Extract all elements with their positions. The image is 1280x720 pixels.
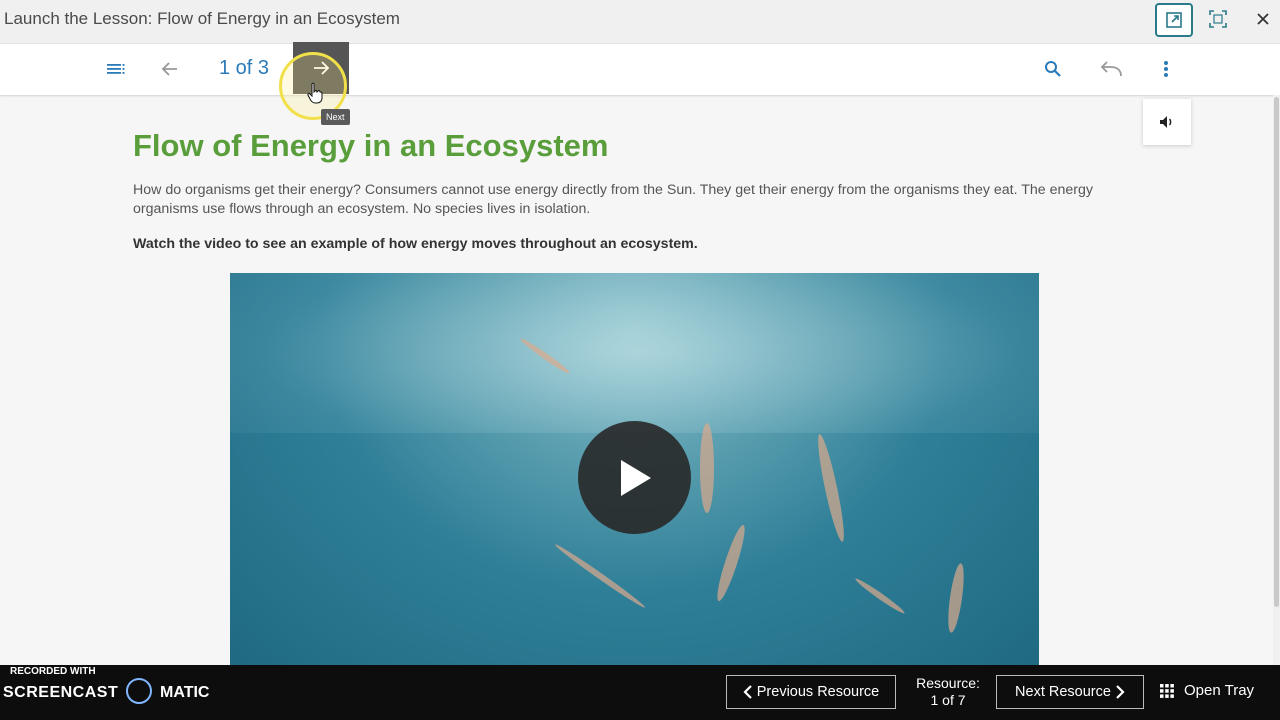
resource-label: Resource:: [916, 675, 980, 691]
intro-paragraph: How do organisms get their energy? Consu…: [133, 182, 1093, 217]
search-icon: [1045, 61, 1061, 77]
video-shrimp: [553, 541, 647, 611]
open-tray-button[interactable]: Open Tray: [1160, 682, 1254, 699]
reply-arrow-icon: [1100, 61, 1122, 77]
scrollbar-thumb[interactable]: [1274, 97, 1279, 607]
open-tray-label: Open Tray: [1184, 682, 1255, 699]
more-options-button[interactable]: [1154, 54, 1178, 84]
recorder-logo-icon: [126, 678, 152, 704]
recorder-label: RECORDED WITH: [10, 666, 96, 677]
page-indicator: 1 of 3: [219, 57, 270, 79]
video-shrimp: [712, 523, 750, 603]
arrow-left-icon: [161, 62, 177, 76]
video-shrimp: [700, 423, 714, 513]
recorder-brand-right: MATIC: [160, 684, 210, 701]
page-title: Flow of Energy in an Ecosystem: [133, 128, 609, 163]
video-shrimp: [945, 562, 967, 634]
popout-button[interactable]: [1155, 3, 1193, 37]
kebab-menu-icon: [1164, 61, 1168, 77]
resource-counter: Resource: 1 of 7: [906, 675, 990, 709]
chevron-right-icon: [1116, 685, 1125, 699]
scrollbar[interactable]: [1273, 95, 1280, 665]
chevron-left-icon: [743, 685, 752, 699]
bottom-bar: RECORDED WITH SCREENCAST MATIC Previous …: [0, 665, 1280, 720]
fullscreen-icon: [1209, 10, 1227, 28]
window-title: Launch the Lesson: Flow of Energy in an …: [4, 9, 400, 28]
resource-count: 1 of 7: [930, 692, 966, 708]
lesson-toolbar: 1 of 3: [0, 42, 1280, 96]
search-button[interactable]: [1038, 54, 1068, 84]
video-player[interactable]: [230, 273, 1039, 665]
play-icon: [620, 459, 651, 496]
return-button[interactable]: [1094, 54, 1128, 84]
list-menu-icon: [107, 64, 125, 74]
close-button[interactable]: [1246, 4, 1280, 34]
popout-icon: [1166, 12, 1182, 28]
close-icon: [1257, 13, 1269, 25]
next-resource-button[interactable]: Next Resource: [996, 675, 1144, 709]
previous-resource-button[interactable]: Previous Resource: [726, 675, 896, 709]
read-aloud-button[interactable]: [1143, 99, 1191, 145]
title-bar: Launch the Lesson: Flow of Energy in an …: [0, 0, 1280, 44]
previous-page-button[interactable]: [154, 54, 186, 84]
lesson-content: Flow of Energy in an Ecosystem How do or…: [133, 128, 1113, 252]
recorder-brand-left: SCREENCAST: [3, 684, 119, 701]
fullscreen-button[interactable]: [1201, 4, 1235, 34]
next-tooltip: Next: [321, 109, 350, 125]
grid-icon: [1160, 683, 1174, 698]
previous-resource-label: Previous Resource: [756, 684, 880, 700]
video-shrimp: [853, 576, 907, 616]
play-button[interactable]: [578, 421, 691, 534]
next-resource-label: Next Resource: [1015, 684, 1111, 700]
speaker-icon: [1160, 116, 1172, 128]
video-shrimp: [813, 432, 849, 544]
table-of-contents-button[interactable]: [100, 54, 132, 84]
video-instruction: Watch the video to see an example of how…: [133, 236, 698, 252]
video-frame: [230, 273, 1039, 433]
mouse-pointer-icon: [307, 82, 323, 104]
